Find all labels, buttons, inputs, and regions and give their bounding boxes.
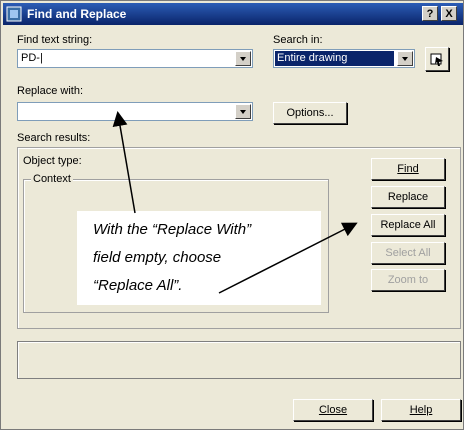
replace-all-button-label: Replace All — [380, 219, 436, 231]
search-in-combo[interactable]: Entire drawing — [273, 49, 415, 68]
zoom-to-button-label: Zoom to — [387, 274, 429, 286]
select-all-button[interactable]: Select All — [371, 242, 445, 264]
search-in-value: Entire drawing — [275, 51, 394, 66]
annotation-line-1: With the “Replace With” — [93, 221, 252, 238]
object-type-label: Object type: — [23, 155, 82, 167]
replace-with-combo[interactable] — [17, 102, 253, 121]
title-bar[interactable]: Find and Replace ? X — [3, 3, 463, 25]
find-button-label: Find — [397, 163, 419, 175]
chevron-down-icon[interactable] — [397, 51, 413, 66]
zoom-to-button[interactable]: Zoom to — [371, 269, 445, 291]
close-title-button[interactable]: X — [441, 6, 457, 21]
dialog-title: Find and Replace — [27, 7, 127, 21]
options-button[interactable]: Options... — [273, 102, 347, 124]
find-button[interactable]: Find — [371, 158, 445, 180]
chevron-down-icon[interactable] — [235, 51, 251, 66]
find-label: Find text string: — [17, 34, 93, 46]
status-area — [17, 341, 461, 379]
help-title-button[interactable]: ? — [422, 6, 438, 21]
search-in-label: Search in: — [273, 34, 323, 46]
find-and-replace-dialog: Find and Replace ? X Find text string: P… — [0, 0, 464, 430]
select-objects-button[interactable] — [425, 47, 449, 71]
context-label: Context — [31, 173, 73, 185]
help-button-label: Help — [409, 404, 433, 416]
replace-all-button[interactable]: Replace All — [371, 214, 445, 236]
find-value: PD-| — [21, 52, 43, 64]
annotation-line-2: field empty, choose — [93, 249, 222, 266]
chevron-down-icon[interactable] — [235, 104, 251, 119]
select-all-button-label: Select All — [385, 247, 431, 259]
search-results-label: Search results: — [17, 132, 91, 144]
app-icon — [6, 6, 22, 22]
close-button[interactable]: Close — [293, 399, 373, 421]
replace-button-label: Replace — [387, 191, 429, 203]
replace-with-label: Replace with: — [17, 85, 84, 97]
replace-button[interactable]: Replace — [371, 186, 445, 208]
annotation-box: With the “Replace With” field empty, cho… — [77, 211, 321, 305]
options-label: Options... — [286, 107, 334, 119]
close-button-label: Close — [318, 404, 348, 416]
help-button[interactable]: Help — [381, 399, 461, 421]
find-combo[interactable]: PD-| — [17, 49, 253, 68]
select-objects-icon — [430, 53, 443, 66]
annotation-line-3: “Replace All”. — [93, 277, 183, 294]
